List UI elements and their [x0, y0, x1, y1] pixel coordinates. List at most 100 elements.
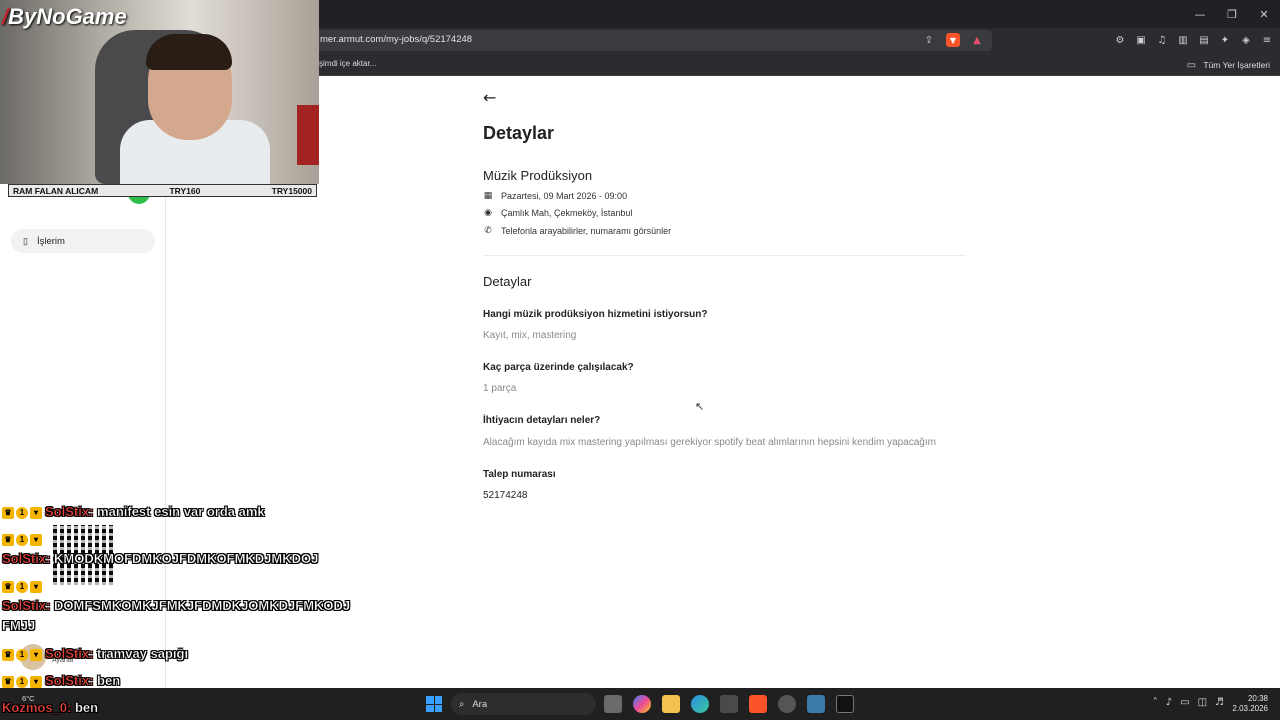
- windows-start-icon[interactable]: [426, 696, 442, 712]
- wallet-icon[interactable]: ▤: [1197, 33, 1211, 47]
- crown-icon: ♛: [2, 506, 14, 519]
- vpn-icon[interactable]: ◈: [1239, 33, 1253, 47]
- folder-icon: ▭: [1186, 59, 1197, 71]
- chat-username: SolStix:: [2, 551, 51, 566]
- job-date-text: Pazartesi, 09 Mart 2026 - 09:00: [501, 191, 628, 201]
- page-title: Detaylar: [483, 123, 555, 143]
- brave-shields-icon[interactable]: ▼: [946, 33, 960, 47]
- chat-username: SolStix:: [45, 646, 94, 661]
- cup-icon: ▾: [30, 675, 42, 688]
- chat-text: DOMFSMKOMKJFMKJFDMDKJOMKDJFMKODJ: [54, 598, 351, 613]
- menu-icon[interactable]: ≡: [1260, 33, 1274, 47]
- back-arrow-icon[interactable]: ←: [483, 88, 496, 107]
- job-title: Müzik Prodüksiyon: [483, 168, 593, 183]
- system-tray: ˄ ♪ ▭ ◫ ♬: [1153, 697, 1224, 708]
- chat-message: ♛ 1 ▾ SolStix: tramvay sapığı: [2, 646, 188, 661]
- share-icon[interactable]: ⇪: [922, 33, 936, 47]
- mouse-cursor-icon: ↖: [695, 401, 705, 413]
- capcut-icon[interactable]: [836, 695, 854, 713]
- phone-icon: ✆: [484, 226, 492, 236]
- minimize-button[interactable]: —: [1184, 0, 1216, 28]
- goal-current: TRY160: [169, 185, 201, 196]
- edge-icon[interactable]: [691, 695, 709, 713]
- chat-message: SolStix: DOMFSMKOMKJFMKJFDMDKJOMKDJFMKOD…: [2, 598, 350, 613]
- all-bookmarks-button[interactable]: ▭ Tüm Yer İşaretleri: [1184, 58, 1270, 72]
- close-button[interactable]: ✕: [1248, 0, 1280, 28]
- sidebar-item-my-jobs[interactable]: ▯ İşlerim: [11, 229, 155, 253]
- chat-badges: ♛ 1 ▾: [2, 648, 42, 661]
- volume-icon[interactable]: ♬: [1215, 697, 1224, 708]
- answer-track-count: 1 parça: [483, 383, 517, 394]
- store-icon[interactable]: [720, 695, 738, 713]
- app-icon[interactable]: [807, 695, 825, 713]
- tab-icon[interactable]: ▣: [1134, 33, 1148, 47]
- chat-message: ♛ 1 ▾ SolStix: manifest esin var orda amk: [2, 504, 265, 519]
- media-icon[interactable]: ♫: [1155, 33, 1169, 47]
- crown-icon: ♛: [2, 648, 14, 661]
- task-view-icon[interactable]: [604, 695, 622, 713]
- chat-badges-row: ♛ 1 ▾: [2, 531, 45, 546]
- display-icon[interactable]: ▭: [1180, 697, 1189, 708]
- sidebar-toggle-icon[interactable]: ▥: [1176, 33, 1190, 47]
- address-bar-icons: ⇪ ▼ ▲: [922, 33, 984, 47]
- brand-text: ByNoGame: [8, 4, 127, 29]
- taskbar-search[interactable]: ⌕ Ara: [451, 693, 596, 715]
- import-bookmarks-link[interactable]: şimdi içe aktar...: [319, 59, 376, 68]
- crown-icon: ♛: [2, 580, 14, 593]
- obs-icon[interactable]: [778, 695, 796, 713]
- question-needs: İhtiyacın detayları neler?: [483, 415, 601, 426]
- request-number: 52174248: [483, 490, 528, 501]
- chat-badges-row: ♛ 1 ▾: [2, 578, 45, 593]
- answer-needs: Alacağım kayıda mix mastering yapılması …: [483, 437, 936, 448]
- brave-browser-icon[interactable]: [749, 695, 767, 713]
- network-icon[interactable]: ◫: [1198, 697, 1207, 708]
- badge-one-icon: 1: [16, 506, 28, 519]
- details-section-title: Detaylar: [483, 274, 532, 289]
- question-track-count: Kaç parça üzerinde çalışılacak?: [483, 362, 634, 373]
- chat-badges: ♛ 1 ▾: [2, 533, 42, 546]
- clock-time: 20:38: [1247, 694, 1268, 703]
- chat-text: KMODKMOFDMKOJFDMKOFMKDJMKDOJ: [54, 551, 319, 566]
- job-date: ▦ Pazartesi, 09 Mart 2026 - 09:00: [483, 191, 627, 201]
- stream-brand-logo: /ByNoGame: [2, 4, 127, 30]
- leo-ai-icon[interactable]: ✦: [1218, 33, 1232, 47]
- taskbar-clock[interactable]: 20:38 2.03.2026: [1232, 694, 1268, 714]
- badge-one-icon: 1: [16, 648, 28, 661]
- crown-icon: ♛: [2, 675, 14, 688]
- streamer-hair: [146, 34, 232, 70]
- extensions-icon[interactable]: ⚙: [1113, 33, 1127, 47]
- calendar-icon: ▦: [483, 191, 493, 201]
- cup-icon: ▾: [30, 533, 42, 546]
- microphone-icon[interactable]: ♪: [1166, 697, 1172, 708]
- all-bookmarks-label: Tüm Yer İşaretleri: [1203, 60, 1270, 70]
- chat-username: SolStix:: [2, 598, 51, 613]
- restore-button[interactable]: ❐: [1216, 0, 1248, 28]
- copilot-icon[interactable]: [633, 695, 651, 713]
- chevron-up-icon[interactable]: ˄: [1153, 697, 1158, 708]
- job-contact-text: Telefonla arayabilirler, numaramı görsün…: [501, 226, 672, 236]
- toolbar-right: ⚙ ▣ ♫ ▥ ▤ ✦ ◈ ≡: [1113, 33, 1274, 47]
- cup-icon: ▾: [30, 506, 42, 519]
- address-bar[interactable]: mer.armut.com/my-jobs/q/52174248 ⇪ ▼ ▲: [312, 30, 992, 51]
- sidebar-item-label: İşlerim: [36, 235, 65, 247]
- brave-rewards-icon[interactable]: ▲: [970, 33, 984, 47]
- job-location-text: Çamlık Mah, Çekmeköy, İstanbul: [501, 208, 633, 218]
- chat-text: tramvay sapığı: [97, 646, 189, 661]
- badge-one-icon: 1: [16, 533, 28, 546]
- url-text[interactable]: mer.armut.com/my-jobs/q/52174248: [320, 34, 472, 45]
- windows-taskbar: 6°C ⌕ Ara ˄ ♪ ▭ ◫ ♬ 20:38 2.03.2026: [0, 688, 1280, 720]
- chat-text: ben: [74, 700, 99, 715]
- job-contact: ✆ Telefonla arayabilirler, numaramı görs…: [483, 226, 671, 236]
- file-explorer-icon[interactable]: [662, 695, 680, 713]
- donation-goal-ticker: RAM FALAN ALICAM TRY160 TRY15000: [8, 184, 317, 197]
- crown-icon: ♛: [2, 533, 14, 546]
- question-request-number: Talep numarası: [483, 469, 556, 480]
- badge-one-icon: 1: [16, 580, 28, 593]
- window-controls: — ❐ ✕: [1184, 0, 1280, 28]
- goal-label: RAM FALAN ALICAM: [13, 185, 99, 196]
- cup-icon: ▾: [30, 580, 42, 593]
- taskbar-apps: [604, 695, 854, 713]
- chat-username: Kozmos_0:: [2, 700, 72, 715]
- clock-date: 2.03.2026: [1232, 704, 1268, 713]
- location-icon: ◉: [484, 208, 492, 218]
